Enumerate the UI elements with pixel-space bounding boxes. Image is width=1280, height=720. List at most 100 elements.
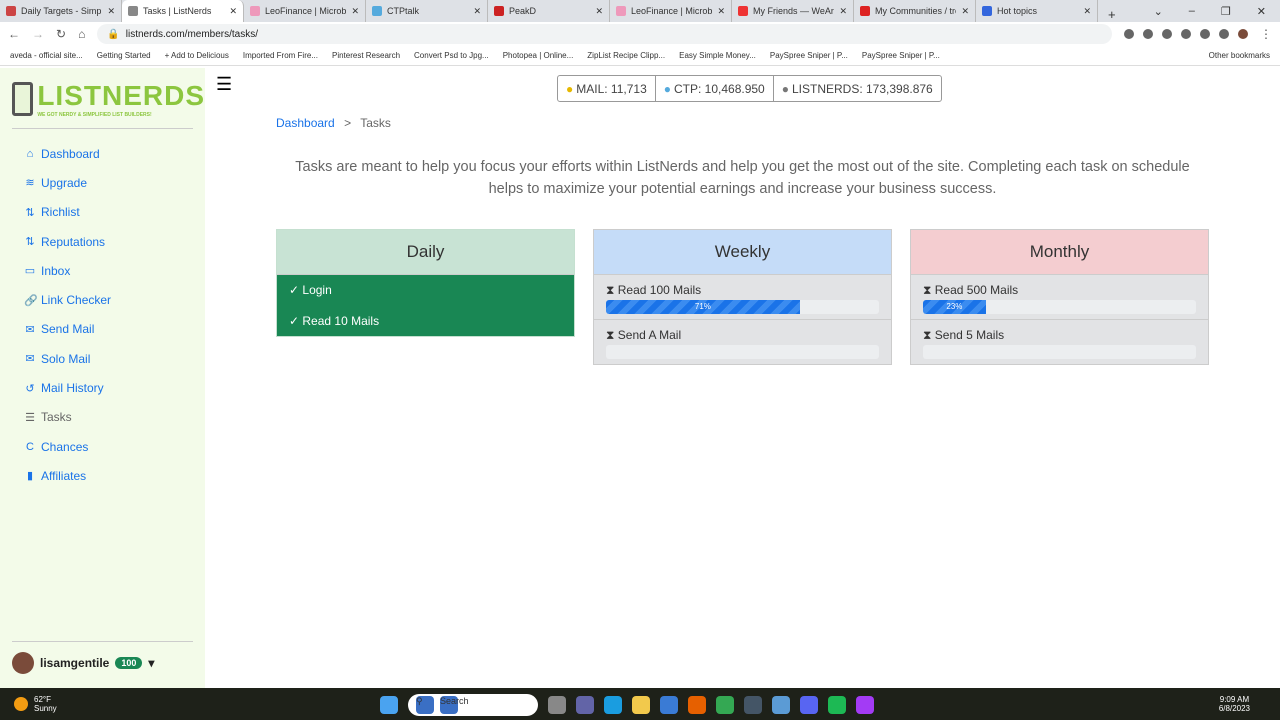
teams-icon[interactable] xyxy=(576,696,594,714)
nerd-face-icon xyxy=(12,82,34,116)
browser-tab[interactable]: PeakD ✕ xyxy=(488,0,610,22)
forward-icon[interactable]: → xyxy=(32,27,44,41)
sidebar-item-solo-mail[interactable]: ✉ Solo Mail xyxy=(0,344,205,373)
calculator-icon[interactable] xyxy=(744,696,762,714)
task-item: ⧗ Read 100 Mails 71% xyxy=(594,275,891,320)
browser-tab[interactable]: My Communities / tre ✕ xyxy=(854,0,976,22)
bookmark[interactable]: Imported From Fire... xyxy=(243,51,318,60)
progress-bar: 71% xyxy=(606,300,879,314)
envelope-open-icon: ✉ xyxy=(25,353,35,366)
notepad-icon[interactable] xyxy=(772,696,790,714)
extension-icon[interactable] xyxy=(1143,29,1153,39)
home-icon[interactable]: ⌂ xyxy=(78,27,85,41)
task-item: ⧗ Send 5 Mails xyxy=(911,320,1208,364)
sidebar-item-upgrade[interactable]: ≋ Upgrade xyxy=(0,168,205,197)
sidebar-item-send-mail[interactable]: ✉ Send Mail xyxy=(0,315,205,344)
taskbar-search[interactable]: ⚲ Search xyxy=(408,694,538,716)
sidebar-item-richlist[interactable]: ⇅ Richlist xyxy=(0,198,205,227)
divider xyxy=(12,128,193,129)
windows-start-icon[interactable] xyxy=(380,696,398,714)
close-icon[interactable]: ✕ xyxy=(107,6,115,17)
sun-icon xyxy=(14,697,28,711)
extension-icon[interactable] xyxy=(1162,29,1172,39)
task-item: ✓ Read 10 Mails xyxy=(277,306,574,336)
url-input[interactable]: 🔒 listnerds.com/members/tasks/ xyxy=(97,24,1112,44)
chrome-icon[interactable] xyxy=(716,696,734,714)
close-icon[interactable]: ✕ xyxy=(473,6,481,17)
close-window-button[interactable]: ✕ xyxy=(1257,5,1266,18)
bookmark[interactable]: PaySpree Sniper | P... xyxy=(862,51,940,60)
card-title: Monthly xyxy=(911,230,1208,275)
bookmark[interactable]: Easy Simple Money... xyxy=(679,51,756,60)
check-icon: ✓ xyxy=(289,314,303,328)
favicon-icon xyxy=(982,6,992,16)
clock[interactable]: 9:09 AM 6/8/2023 xyxy=(1219,695,1280,713)
close-icon[interactable]: ✕ xyxy=(839,6,847,17)
taskview-icon[interactable] xyxy=(548,696,566,714)
balance-bar: ● MAIL: 11,713 ● CTP: 10,468.950 ● LISTNERD… xyxy=(557,75,942,102)
user-menu[interactable]: lisamgentile 100 ▾ xyxy=(12,652,154,674)
other-bookmarks[interactable]: Other bookmarks xyxy=(1209,51,1270,60)
breadcrumb-dashboard-link[interactable]: Dashboard xyxy=(276,116,335,130)
sidebar-item-mail-history[interactable]: ↺ Mail History xyxy=(0,373,205,402)
sidebar-item-link-checker[interactable]: 🔗 Link Checker xyxy=(0,285,205,314)
sidebar: LISTNERDS WE GOT NERDY & SIMPLIFIED LIST … xyxy=(0,68,205,688)
file-explorer-icon[interactable] xyxy=(632,696,650,714)
sidebar-item-dashboard[interactable]: ⌂ Dashboard xyxy=(0,139,205,168)
minimize-button[interactable]: – xyxy=(1189,5,1195,17)
close-icon[interactable]: ✕ xyxy=(717,6,725,17)
bookmark[interactable]: + Add to Delicious xyxy=(165,51,229,60)
back-icon[interactable]: ← xyxy=(8,27,20,41)
restore-button[interactable]: ❐ xyxy=(1221,5,1231,18)
lock-icon: 🔒 xyxy=(107,28,120,40)
bookmark[interactable]: Photopea | Online... xyxy=(503,51,574,60)
mail-icon[interactable] xyxy=(660,696,678,714)
extension-icon[interactable] xyxy=(1219,29,1229,39)
browser-tab-active[interactable]: Tasks | ListNerds ✕ xyxy=(122,0,244,22)
bookmark[interactable]: aveda - official site... xyxy=(10,51,83,60)
sidebar-item-affiliates[interactable]: ▮ Affiliates xyxy=(0,461,205,490)
browser-tab[interactable]: Daily Targets - Simple ✕ xyxy=(0,0,122,22)
close-icon[interactable]: ✕ xyxy=(351,6,359,17)
bookmark[interactable]: Convert Psd to Jpg... xyxy=(414,51,489,60)
sidebar-item-inbox[interactable]: ▭ Inbox xyxy=(0,256,205,285)
close-icon[interactable]: ✕ xyxy=(961,6,969,17)
sidebar-item-reputations[interactable]: ⇅ Reputations xyxy=(0,227,205,256)
discord-icon[interactable] xyxy=(800,696,818,714)
menu-icon[interactable]: ⋮ xyxy=(1260,27,1272,41)
bookmark[interactable]: Getting Started xyxy=(97,51,151,60)
edge-icon[interactable] xyxy=(604,696,622,714)
profile-avatar[interactable] xyxy=(1238,29,1248,39)
firefox-icon[interactable] xyxy=(688,696,706,714)
chevron-down-icon[interactable]: ⌄ xyxy=(1154,5,1163,18)
bookmark[interactable]: Pinterest Research xyxy=(332,51,400,60)
extension-icon[interactable] xyxy=(1200,29,1210,39)
browser-tab[interactable]: LeoFinance | Microblo ✕ xyxy=(610,0,732,22)
daily-card: Daily ✓ Login ✓ Read 10 Mails xyxy=(276,229,575,337)
favicon-icon xyxy=(860,6,870,16)
close-icon[interactable]: ✕ xyxy=(229,6,237,17)
close-icon[interactable]: ✕ xyxy=(1083,6,1091,17)
weather-widget[interactable]: 62°F Sunny xyxy=(0,695,57,713)
extension-icon[interactable] xyxy=(1124,29,1134,39)
sidebar-item-tasks[interactable]: ☰ Tasks xyxy=(0,403,205,432)
favicon-icon xyxy=(616,6,626,16)
hamburger-menu-icon[interactable]: ☰ xyxy=(216,74,232,95)
spotify-icon[interactable] xyxy=(828,696,846,714)
browser-tab[interactable]: My Friends — WeAre ✕ xyxy=(732,0,854,22)
messenger-icon[interactable] xyxy=(856,696,874,714)
extension-icon[interactable] xyxy=(1181,29,1191,39)
search-icon: ⚲ xyxy=(416,696,434,714)
browser-tab[interactable]: LeoFinance | Microblo ✕ xyxy=(244,0,366,22)
close-icon[interactable]: ✕ xyxy=(595,6,603,17)
listnerds-logo[interactable]: LISTNERDS WE GOT NERDY & SIMPLIFIED LIST … xyxy=(12,80,205,118)
browser-tab[interactable]: Hot topics ✕ xyxy=(976,0,1098,22)
reload-icon[interactable]: ↻ xyxy=(56,27,66,41)
sidebar-item-chances[interactable]: C Chances xyxy=(0,432,205,461)
favicon-icon xyxy=(128,6,138,16)
new-tab-button[interactable]: + xyxy=(1098,7,1126,22)
bookmark[interactable]: ZipList Recipe Clipp... xyxy=(587,51,665,60)
bookmark[interactable]: PaySpree Sniper | P... xyxy=(770,51,848,60)
browser-tab[interactable]: CTPtalk ✕ xyxy=(366,0,488,22)
bookmarks-bar: aveda - official site... Getting Started… xyxy=(0,46,1280,66)
